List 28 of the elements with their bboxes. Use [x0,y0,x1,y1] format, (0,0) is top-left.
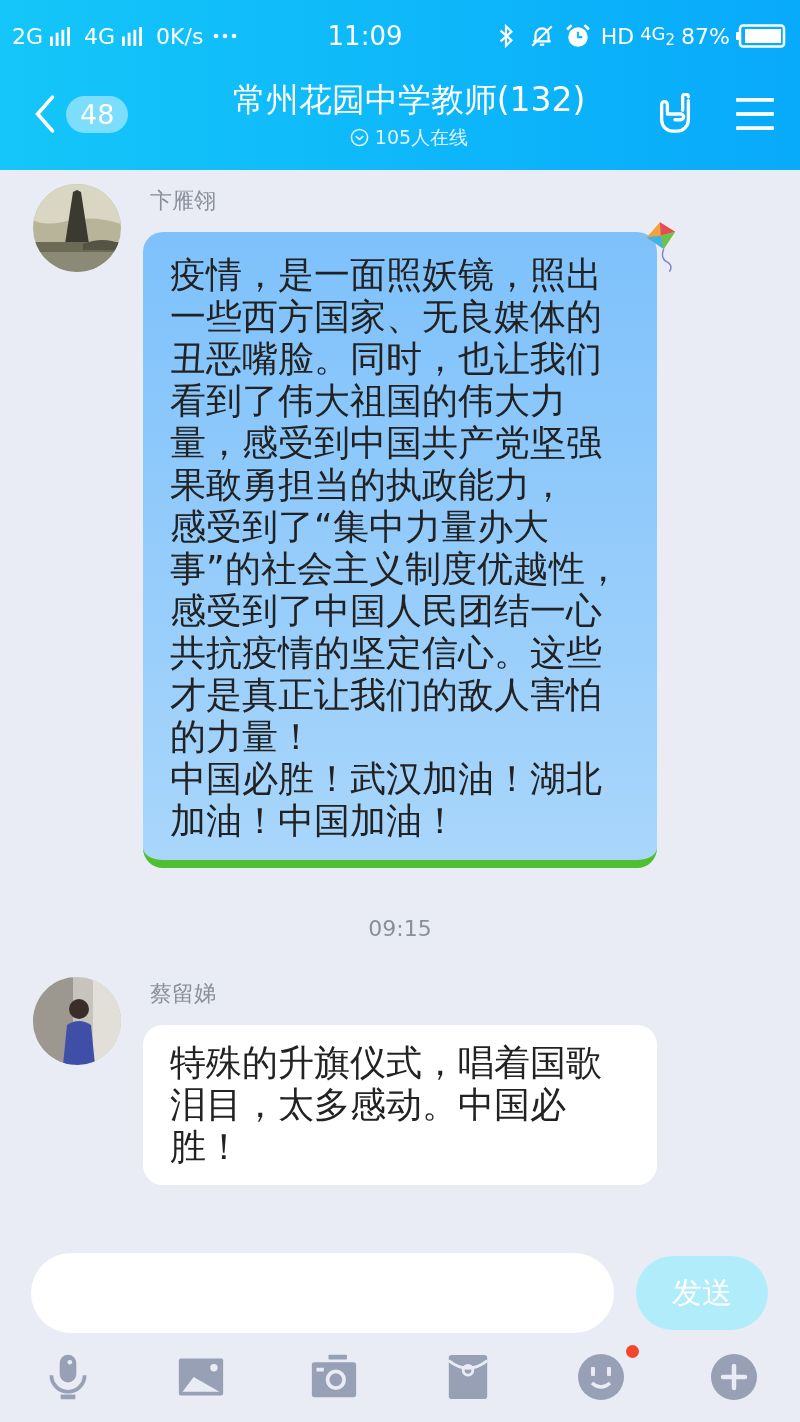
battery-icon [736,24,786,48]
sender-name: 卞雁翎 [150,187,217,215]
clock: 11:09 [327,21,403,51]
sender-name: 蔡留娣 [150,980,217,1008]
menu-icon[interactable] [736,98,774,130]
timestamp: 09:15 [368,916,432,941]
message-bubble[interactable]: 特殊的升旗仪式，唱着国歌泪目，太多感动。中国必胜！ [143,1025,657,1185]
message-text: 感受到了“集中力量办大事”的社会主义制度优越性，感受到了中国人民团结一心共抗疫情的坚定信心。这些才是真正让我们的敌人害怕的力量！ [170,506,622,758]
message-text: 特殊的升旗仪式，唱着国歌泪目，太多感动。中国必胜！ [170,1042,603,1168]
group-title: 常州花园中学教师(132) [232,78,586,121]
message-bubble[interactable]: 疫情，是一面照妖镜，照出一些西方国家、无良媒体的丑恶嘴脸。同时，也让我们看到了伟大祖国的伟大力量，感受到中国共产党坚强果敢勇担当的执政能力， 感受到了“集中力量办大事”的社会主义制度优越性，感受到了中国人民团结一心共抗疫情的坚定信心。这些才是真正让我们的敌人害怕的力量！ 中国必胜！武汉加油！湖北加油！中国加油！ [143,232,657,868]
battery-percent: 87% [681,23,730,49]
signal-icon [121,26,143,46]
hd-indicator: HD [600,23,635,49]
message-text: 中国必胜！武汉加油！湖北加油！中国加油！ [170,758,603,842]
online-count: 105人在线 [374,124,469,150]
network-type: 2G [12,23,44,49]
message-text: 疫情，是一面照妖镜，照出一些西方国家、无良媒体的丑恶嘴脸。同时，也让我们看到了伟大祖国的伟大力量，感受到中国共产党坚强果敢勇担当的执政能力， [170,254,603,506]
network-type: 4G [84,23,116,49]
smiley-icon[interactable] [576,1353,625,1401]
chevron-circle-icon[interactable] [349,128,369,147]
signal-icon [49,26,71,46]
more-icon [213,33,238,39]
network-type: 4G$_{2}$ [640,23,676,49]
back-icon[interactable] [34,95,56,133]
network-speed: 0K/s [156,23,204,49]
plus-icon[interactable] [709,1353,758,1401]
alarm-icon [564,23,591,49]
